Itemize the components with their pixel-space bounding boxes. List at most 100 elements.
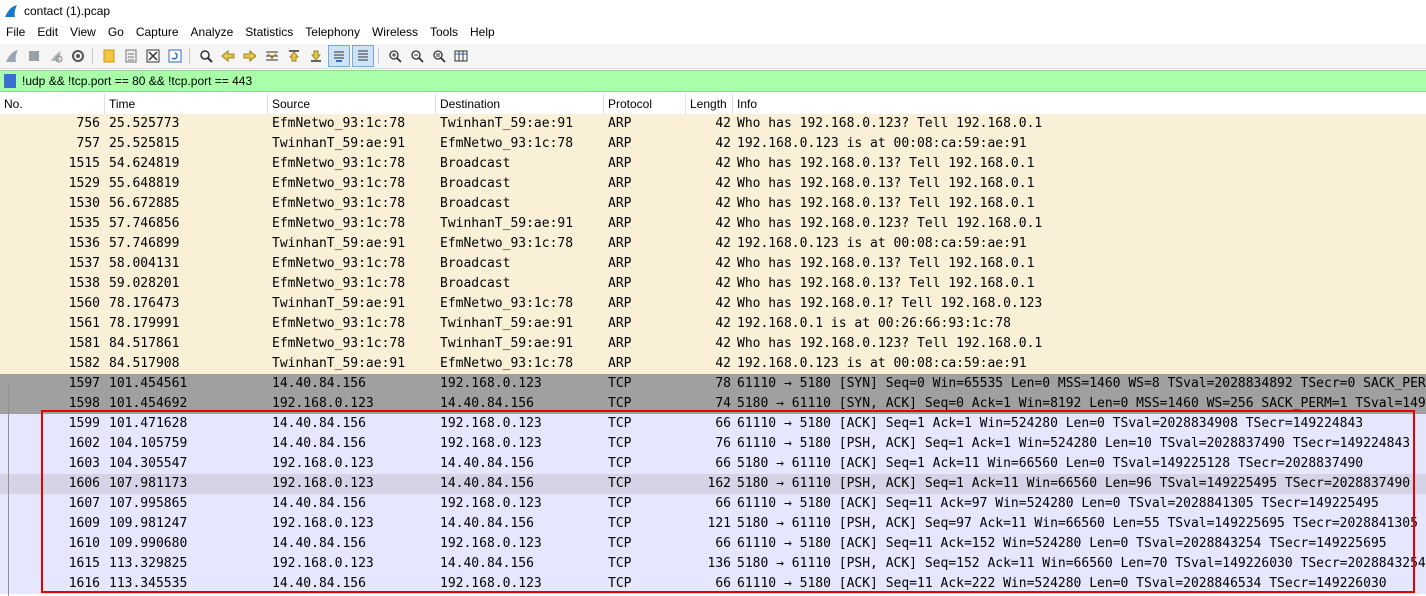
- packet-destination: EfmNetwo_93:1c:78: [440, 296, 574, 311]
- packet-source: EfmNetwo_93:1c:78: [272, 156, 406, 171]
- go-forward-icon[interactable]: [240, 46, 260, 66]
- reload-icon[interactable]: [165, 46, 185, 66]
- table-row[interactable]: 1616 113.345535 14.40.84.156 192.168.0.123 T…: [0, 574, 1426, 594]
- table-row[interactable]: 1610 109.990680 14.40.84.156 192.168.0.123 T…: [0, 534, 1426, 554]
- stop-icon[interactable]: [24, 46, 44, 66]
- zoom-normal-icon[interactable]: [429, 46, 449, 66]
- menu-capture[interactable]: Capture: [130, 25, 185, 39]
- packet-destination: 14.40.84.156: [440, 456, 534, 471]
- menu-file[interactable]: File: [0, 25, 31, 39]
- colorize-icon[interactable]: [352, 45, 374, 67]
- table-row[interactable]: 1606 107.981173 192.168.0.123 14.40.84.156 T…: [0, 474, 1426, 494]
- display-filter-input[interactable]: [22, 74, 1426, 88]
- packet-protocol: ARP: [608, 136, 632, 151]
- table-row[interactable]: 1530 56.672885 EfmNetwo_93:1c:78 Broadcast A…: [0, 194, 1426, 214]
- table-row[interactable]: 1609 109.981247 192.168.0.123 14.40.84.156 T…: [0, 514, 1426, 534]
- find-icon[interactable]: [196, 46, 216, 66]
- close-file-icon[interactable]: [143, 46, 163, 66]
- packet-protocol: ARP: [608, 336, 632, 351]
- packet-info: 5180 → 61110 [ACK] Seq=1 Ack=11 Win=6656…: [737, 456, 1364, 471]
- go-last-icon[interactable]: [306, 46, 326, 66]
- menu-wireless[interactable]: Wireless: [366, 25, 424, 39]
- packet-time: 58.004131: [109, 256, 180, 271]
- table-row[interactable]: 1536 57.746899 TwinhanT_59:ae:91 EfmNetwo_9…: [0, 234, 1426, 254]
- autoscroll-icon[interactable]: [328, 45, 350, 67]
- packet-source: EfmNetwo_93:1c:78: [272, 116, 406, 131]
- table-row[interactable]: 1602 104.105759 14.40.84.156 192.168.0.123 T…: [0, 434, 1426, 454]
- menu-tools[interactable]: Tools: [424, 25, 464, 39]
- save-icon[interactable]: [121, 46, 141, 66]
- packet-length: 121: [707, 516, 731, 531]
- table-row[interactable]: 1597 101.454561 14.40.84.156 192.168.0.123 T…: [0, 374, 1426, 394]
- packet-length: 66: [715, 416, 731, 431]
- table-row[interactable]: 1537 58.004131 EfmNetwo_93:1c:78 Broadcast A…: [0, 254, 1426, 274]
- packet-no: 1529: [68, 176, 100, 191]
- table-row[interactable]: 1582 84.517908 TwinhanT_59:ae:91 EfmNetwo_9…: [0, 354, 1426, 374]
- packet-time: 101.454692: [109, 396, 188, 411]
- packet-protocol: TCP: [608, 496, 632, 511]
- packet-no: 1582: [68, 356, 100, 371]
- packet-no: 1609: [68, 516, 100, 531]
- packet-no: 1538: [68, 276, 100, 291]
- packet-time: 113.345535: [109, 576, 188, 591]
- menu-telephony[interactable]: Telephony: [299, 25, 366, 39]
- packet-length: 42: [715, 296, 731, 311]
- packet-length: 42: [715, 156, 731, 171]
- zoom-in-icon[interactable]: [385, 46, 405, 66]
- menu-go[interactable]: Go: [102, 25, 130, 39]
- packet-info: Who has 192.168.0.13? Tell 192.168.0.1: [737, 156, 1035, 171]
- shark-start-icon[interactable]: [2, 46, 22, 66]
- table-row[interactable]: 756 25.525773 EfmNetwo_93:1c:78 TwinhanT_59…: [0, 114, 1426, 134]
- menu-help[interactable]: Help: [464, 25, 501, 39]
- menu-view[interactable]: View: [64, 25, 102, 39]
- window-title: contact (1).pcap: [24, 4, 111, 18]
- table-row[interactable]: 1529 55.648819 EfmNetwo_93:1c:78 Broadcast A…: [0, 174, 1426, 194]
- zoom-out-icon[interactable]: [407, 46, 427, 66]
- packet-no: 1537: [68, 256, 100, 271]
- table-row[interactable]: 1599 101.471628 14.40.84.156 192.168.0.123 T…: [0, 414, 1426, 434]
- table-row[interactable]: 1535 57.746856 EfmNetwo_93:1c:78 TwinhanT_5…: [0, 214, 1426, 234]
- packet-list: 756 25.525773 EfmNetwo_93:1c:78 TwinhanT_59…: [0, 114, 1426, 596]
- packet-info: 5180 → 61110 [PSH, ACK] Seq=97 Ack=11 Wi…: [737, 516, 1418, 531]
- table-row[interactable]: 1603 104.305547 192.168.0.123 14.40.84.156 T…: [0, 454, 1426, 474]
- menu-analyze[interactable]: Analyze: [185, 25, 240, 39]
- table-row[interactable]: 1598 101.454692 192.168.0.123 14.40.84.156 T…: [0, 394, 1426, 414]
- packet-time: 101.454561: [109, 376, 188, 391]
- column-header-no[interactable]: No.: [0, 94, 105, 114]
- column-header-source[interactable]: Source: [268, 94, 436, 114]
- open-file-icon[interactable]: [99, 46, 119, 66]
- table-row[interactable]: 1560 78.176473 TwinhanT_59:ae:91 EfmNetwo_9…: [0, 294, 1426, 314]
- packet-info: 61110 → 5180 [ACK] Seq=11 Ack=97 Win=524…: [737, 496, 1379, 511]
- go-back-icon[interactable]: [218, 46, 238, 66]
- packet-length: 42: [715, 196, 731, 211]
- table-row[interactable]: 1561 78.179991 EfmNetwo_93:1c:78 TwinhanT_5…: [0, 314, 1426, 334]
- column-header-protocol[interactable]: Protocol: [604, 94, 686, 114]
- packet-time: 107.995865: [109, 496, 188, 511]
- go-to-packet-icon[interactable]: [262, 46, 282, 66]
- go-first-icon[interactable]: [284, 46, 304, 66]
- bookmark-icon[interactable]: [4, 74, 16, 88]
- table-row[interactable]: 1538 59.028201 EfmNetwo_93:1c:78 Broadcast A…: [0, 274, 1426, 294]
- packet-source: 14.40.84.156: [272, 376, 366, 391]
- table-row[interactable]: 1607 107.995865 14.40.84.156 192.168.0.123 T…: [0, 494, 1426, 514]
- menu-statistics[interactable]: Statistics: [239, 25, 299, 39]
- packet-source: 192.168.0.123: [272, 476, 374, 491]
- column-header-length[interactable]: Length: [686, 94, 733, 114]
- packet-no: 1515: [68, 156, 100, 171]
- packet-length: 42: [715, 336, 731, 351]
- packet-info: 61110 → 5180 [ACK] Seq=11 Ack=222 Win=52…: [737, 576, 1387, 591]
- table-row[interactable]: 757 25.525815 TwinhanT_59:ae:91 EfmNetwo_93…: [0, 134, 1426, 154]
- table-row[interactable]: 1615 113.329825 192.168.0.123 14.40.84.156 T…: [0, 554, 1426, 574]
- packet-length: 42: [715, 176, 731, 191]
- column-header-destination[interactable]: Destination: [436, 94, 604, 114]
- table-row[interactable]: 1515 54.624819 EfmNetwo_93:1c:78 Broadcast A…: [0, 154, 1426, 174]
- column-header-info[interactable]: Info: [733, 94, 1426, 114]
- table-row[interactable]: 1581 84.517861 EfmNetwo_93:1c:78 TwinhanT_5…: [0, 334, 1426, 354]
- options-icon[interactable]: [68, 46, 88, 66]
- column-header-time[interactable]: Time: [105, 94, 268, 114]
- packet-destination: EfmNetwo_93:1c:78: [440, 356, 574, 371]
- packet-time: 104.105759: [109, 436, 188, 451]
- restart-icon[interactable]: [46, 46, 66, 66]
- menu-edit[interactable]: Edit: [31, 25, 64, 39]
- resize-columns-icon[interactable]: [451, 46, 471, 66]
